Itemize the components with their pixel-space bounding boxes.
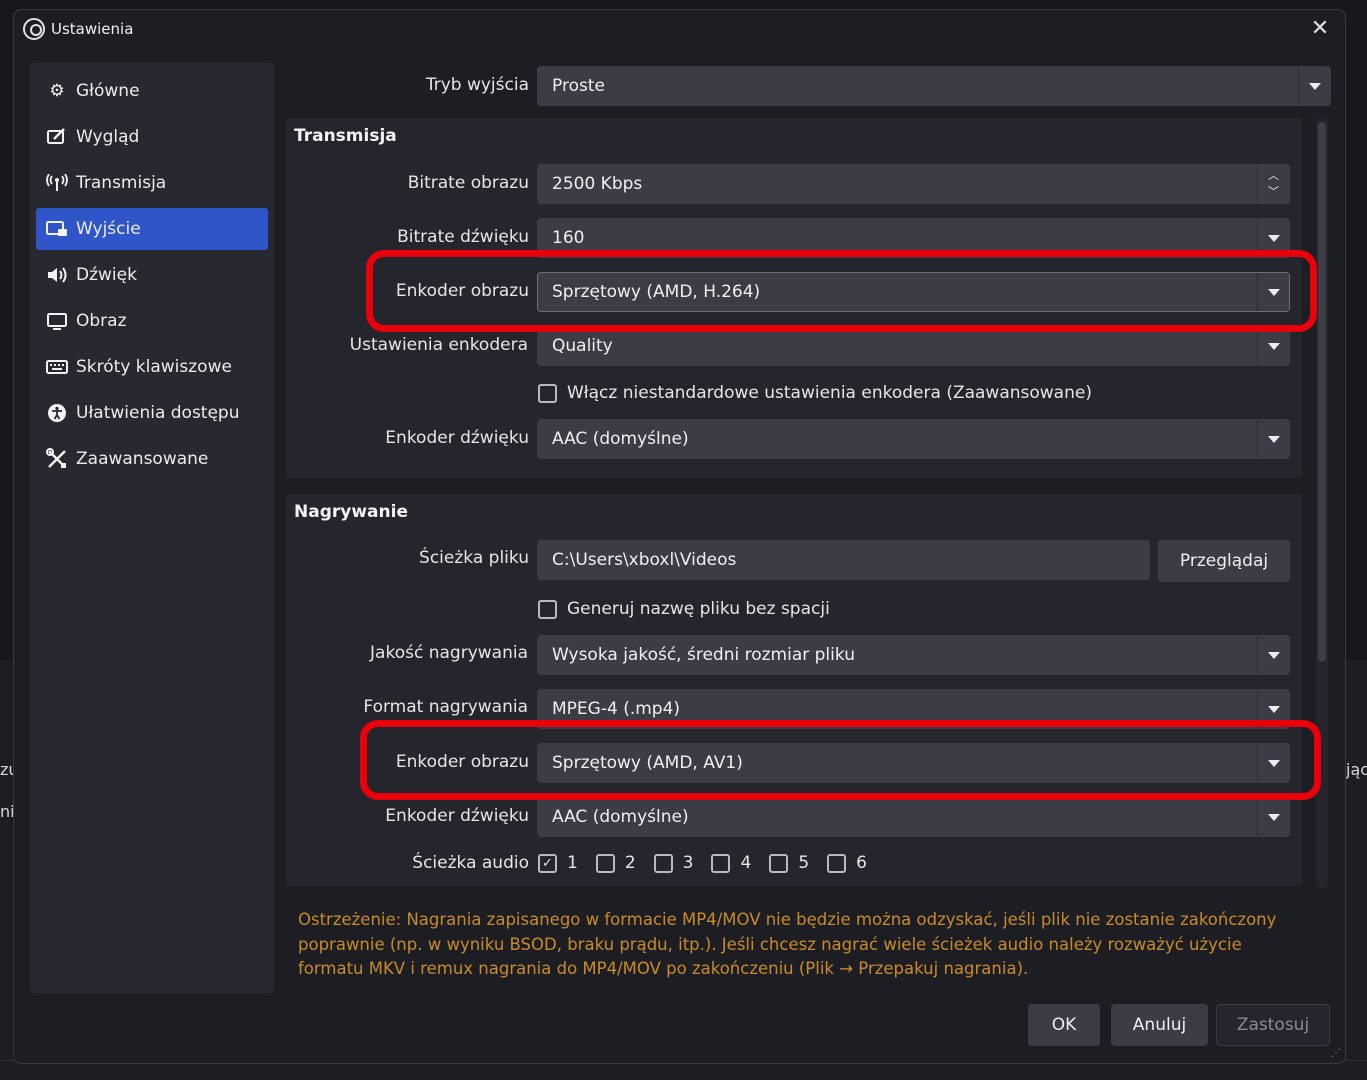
antenna-icon: [46, 172, 68, 194]
video-bitrate-label: Bitrate obrazu: [407, 173, 529, 193]
recording-path-label: Ścieżka pliku: [419, 548, 529, 568]
sidebar-item-label: Wyjście: [76, 219, 141, 239]
sidebar-item-label: Skróty klawiszowe: [76, 357, 232, 377]
recording-format-value: MPEG-4 (.mp4): [552, 699, 681, 719]
monitor-icon: [46, 310, 68, 332]
output-mode-select[interactable]: Proste: [537, 66, 1331, 106]
audio-track-number: 4: [740, 853, 752, 873]
gear-icon: ⚙: [49, 81, 65, 101]
audio-track-number: 2: [624, 853, 636, 873]
chevron-down-icon[interactable]: [1257, 798, 1289, 836]
audio-track-number: 5: [798, 853, 810, 873]
chevron-down-icon[interactable]: [1257, 327, 1289, 365]
chevron-down-icon[interactable]: [1257, 420, 1289, 458]
browse-button[interactable]: Przeglądaj: [1158, 540, 1290, 582]
mp4-warning-text: Ostrzeżenie: Nagrania zapisanego w forma…: [298, 910, 1277, 978]
accessibility-icon: [46, 402, 68, 424]
checkbox[interactable]: [538, 599, 557, 619]
appearance-icon: [46, 126, 68, 148]
output-icon: [46, 218, 68, 240]
scrollbar-thumb[interactable]: [1318, 122, 1326, 662]
audio-track-3-checkbox[interactable]: [653, 853, 673, 873]
window-title: Ustawienia: [51, 20, 134, 38]
recording-path-value: C:\Users\xboxl\Videos: [552, 550, 737, 570]
encoder-preset-value: Quality: [552, 336, 613, 356]
streaming-group-title: Transmisja: [294, 126, 397, 146]
checkbox-label: Generuj nazwę pliku bez spacji: [567, 599, 830, 619]
sidebar-item-appearance[interactable]: Wygląd: [36, 116, 268, 158]
chevron-down-icon[interactable]: [1257, 636, 1289, 674]
background-panel-left: [0, 660, 12, 1080]
audio-bitrate-value: 160: [552, 228, 585, 248]
settings-dialog: Ustawienia ✕ ⚙ Główne Wygląd Transmisja …: [13, 9, 1346, 1064]
recording-quality-select[interactable]: Wysoka jakość, średni rozmiar pliku: [537, 635, 1290, 675]
sidebar-item-label: Transmisja: [76, 173, 167, 193]
ok-button[interactable]: OK: [1028, 1004, 1100, 1046]
keyboard-icon: [46, 356, 68, 378]
sidebar-item-label: Wygląd: [76, 127, 140, 147]
audio-track-1-checkbox[interactable]: ✓: [538, 853, 557, 873]
audio-track-4-checkbox[interactable]: [711, 853, 731, 873]
stream-audio-encoder-select[interactable]: AAC (domyślne): [537, 419, 1290, 459]
resize-grip-icon[interactable]: ⋰: [1331, 1048, 1341, 1059]
output-mode-value: Proste: [552, 76, 605, 96]
highlight-annotation: [366, 250, 1317, 332]
speaker-icon: [46, 264, 68, 286]
audio-track-number: 1: [567, 853, 578, 873]
audio-track-6-checkbox[interactable]: [827, 853, 847, 873]
sidebar-item-label: Główne: [76, 81, 140, 101]
recording-group-title: Nagrywanie: [294, 502, 408, 522]
encoder-preset-select[interactable]: Quality: [537, 326, 1290, 366]
sidebar-item-label: Zaawansowane: [76, 449, 209, 469]
audio-track-number: 6: [856, 853, 867, 873]
custom-encoder-settings-checkbox[interactable]: Włącz niestandardowe ustawienia enkodera…: [538, 383, 1092, 403]
stream-audio-encoder-label: Enkoder dźwięku: [385, 428, 529, 448]
apply-button[interactable]: Zastosuj: [1216, 1004, 1330, 1046]
audio-tracks: ✓ 1 2 3 4 5 6: [538, 853, 867, 873]
obs-logo-icon: [23, 18, 45, 40]
cancel-button[interactable]: Anuluj: [1111, 1004, 1208, 1046]
recording-quality-label: Jakość nagrywania: [370, 643, 528, 663]
audio-bitrate-label: Bitrate dźwięku: [397, 227, 529, 247]
checkbox-label: Włącz niestandardowe ustawienia enkodera…: [567, 383, 1092, 403]
title-bar[interactable]: Ustawienia ✕: [14, 10, 1345, 50]
recording-audio-encoder-value: AAC (domyślne): [552, 807, 689, 827]
sidebar-item-label: Obraz: [76, 311, 127, 331]
audio-track-label: Ścieżka audio: [412, 853, 529, 873]
highlight-annotation: [360, 720, 1321, 800]
recording-path-input[interactable]: C:\Users\xboxl\Videos: [537, 540, 1150, 580]
background-text: jąc: [1346, 760, 1367, 779]
video-bitrate-value: 2500 Kbps: [552, 174, 643, 194]
recording-audio-encoder-label: Enkoder dźwięku: [385, 806, 529, 826]
recording-format-label: Format nagrywania: [363, 697, 528, 717]
audio-track-5-checkbox[interactable]: [769, 853, 789, 873]
video-bitrate-spinbox[interactable]: 2500 Kbps ︿ ﹀: [537, 164, 1290, 204]
spinner-icon[interactable]: ︿ ﹀: [1257, 165, 1289, 203]
audio-track-number: 3: [682, 853, 694, 873]
chevron-down-icon[interactable]: [1298, 67, 1330, 105]
background-panel-right: [1346, 660, 1367, 1080]
sidebar-item-label: Ułatwienia dostępu: [76, 403, 240, 423]
close-button[interactable]: ✕: [1307, 16, 1333, 42]
recording-audio-encoder-select[interactable]: AAC (domyślne): [537, 797, 1290, 837]
sidebar-item-label: Dźwięk: [76, 265, 137, 285]
checkbox[interactable]: [538, 383, 557, 403]
tools-icon: [46, 448, 68, 470]
recording-quality-value: Wysoka jakość, średni rozmiar pliku: [552, 645, 855, 665]
no-spaces-checkbox[interactable]: Generuj nazwę pliku bez spacji: [538, 599, 830, 619]
stream-audio-encoder-value: AAC (domyślne): [552, 429, 689, 449]
audio-track-2-checkbox[interactable]: [595, 853, 615, 873]
output-mode-label: Tryb wyjścia: [425, 75, 529, 95]
encoder-preset-label: Ustawienia enkodera: [349, 335, 528, 355]
